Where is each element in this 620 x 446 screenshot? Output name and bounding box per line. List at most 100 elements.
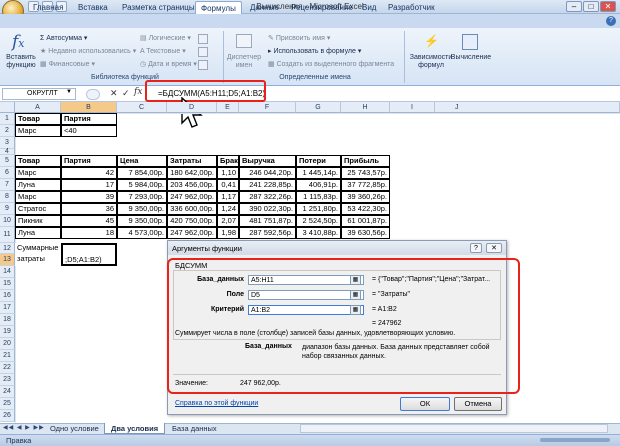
row-header[interactable]: 20	[0, 338, 15, 350]
table-cell[interactable]: Стратос	[15, 203, 61, 215]
table-cell[interactable]: 203 456,00р.	[167, 179, 217, 191]
calculation-button[interactable]: Вычисление	[450, 54, 492, 62]
col-header-c[interactable]: C	[117, 102, 167, 113]
table-cell[interactable]: 481 751,87р.	[239, 215, 296, 227]
col-header-e[interactable]: E	[217, 102, 239, 113]
row-header[interactable]: 16	[0, 290, 15, 302]
table-cell[interactable]: 7 854,00р.	[117, 167, 167, 179]
sheet-tab-two-conditions[interactable]: Два условия	[104, 423, 166, 434]
row-header[interactable]: 18	[0, 314, 15, 326]
col-header-b[interactable]: B	[61, 102, 117, 113]
datetime-button[interactable]: ◷ Дата и время ▾	[140, 60, 197, 68]
table-cell[interactable]: 241 228,85р.	[239, 179, 296, 191]
row-header[interactable]: 12	[0, 243, 15, 254]
table-cell[interactable]: 1 115,83р.	[296, 191, 341, 203]
table-header-cell[interactable]: Выручка	[239, 155, 296, 167]
table-cell[interactable]: 287 592,56р.	[239, 227, 296, 239]
table-cell[interactable]: 39	[61, 191, 117, 203]
table-header-cell[interactable]: Затраты	[167, 155, 217, 167]
table-cell[interactable]: Марс	[15, 167, 61, 179]
table-cell[interactable]: 37 772,85р.	[341, 179, 390, 191]
table-cell[interactable]: 1 445,14р.	[296, 167, 341, 179]
col-header-i[interactable]: I	[390, 102, 435, 113]
criteria-value-batch[interactable]: <40	[61, 125, 117, 137]
col-header-d[interactable]: D	[167, 102, 217, 113]
sheet-tab-database[interactable]: База данных	[166, 423, 223, 434]
criteria-header-product[interactable]: Товар	[15, 113, 61, 125]
criteria-value-product[interactable]: Марс	[15, 125, 61, 137]
math-icon[interactable]	[198, 47, 208, 57]
table-cell[interactable]: 247 962,00р.	[167, 191, 217, 203]
create-from-selection-button[interactable]: ▦ Создать из выделенного фрагмента	[268, 60, 394, 68]
table-header-cell[interactable]: Брак	[217, 155, 239, 167]
table-cell[interactable]: Луна	[15, 179, 61, 191]
table-cell[interactable]: 9 350,00р.	[117, 215, 167, 227]
col-header-h[interactable]: H	[341, 102, 390, 113]
row-header[interactable]: 17	[0, 302, 15, 314]
table-cell[interactable]: 17	[61, 179, 117, 191]
table-cell[interactable]: 61 001,87р.	[341, 215, 390, 227]
name-box-dropdown-icon[interactable]: ▼	[66, 89, 72, 95]
table-cell[interactable]: 39 360,26р.	[341, 191, 390, 203]
tab-data[interactable]: Данные	[250, 1, 279, 14]
col-header-g[interactable]: G	[296, 102, 341, 113]
use-in-formula-button[interactable]: ▸ Использовать в формуле ▾	[268, 47, 361, 55]
table-cell[interactable]: 1,17	[217, 191, 239, 203]
table-cell[interactable]: 420 750,00р.	[167, 215, 217, 227]
horizontal-scrollbar[interactable]	[300, 424, 608, 433]
table-header-cell[interactable]: Партия	[61, 155, 117, 167]
col-header-j[interactable]: J	[435, 102, 620, 113]
table-cell[interactable]: 406,91р.	[296, 179, 341, 191]
recently-used-button[interactable]: ★ Недавно использовались ▾	[40, 47, 136, 55]
more-functions-icon[interactable]	[198, 60, 208, 70]
table-cell[interactable]: Пикник	[15, 215, 61, 227]
col-header-a[interactable]: A	[15, 102, 61, 113]
name-box[interactable]: ОКРУГЛТ	[2, 88, 76, 100]
cancel-icon[interactable]: ✕	[110, 88, 118, 99]
table-cell[interactable]: 1,98	[217, 227, 239, 239]
dependencies-button[interactable]: Зависимости формул	[408, 54, 454, 70]
tab-developer[interactable]: Разработчик	[388, 1, 435, 14]
row-header[interactable]: 9	[0, 203, 15, 215]
tab-home[interactable]: Главная	[33, 1, 63, 14]
row-header[interactable]: 22	[0, 362, 15, 374]
table-cell[interactable]: 390 022,30р.	[239, 203, 296, 215]
table-cell[interactable]: 4 573,00р.	[117, 227, 167, 239]
table-cell[interactable]: 1 251,80р.	[296, 203, 341, 215]
table-cell[interactable]: 36	[61, 203, 117, 215]
financial-button[interactable]: ▦ Финансовые ▾	[40, 60, 95, 68]
sum-label-line2[interactable]: затраты	[15, 254, 61, 266]
table-cell[interactable]: 7 293,00р.	[117, 191, 167, 203]
help-icon[interactable]: ?	[606, 16, 616, 26]
select-all-corner[interactable]	[0, 102, 15, 113]
cancel-button[interactable]: Отмена	[454, 397, 502, 411]
table-header-cell[interactable]: Цена	[117, 155, 167, 167]
table-cell[interactable]: 53 422,30р.	[341, 203, 390, 215]
table-cell[interactable]: Луна	[15, 227, 61, 239]
autosum-button[interactable]: Σ Автосумма ▾	[40, 34, 87, 42]
fx-button[interactable]: fx	[134, 87, 142, 97]
row-header[interactable]: 11	[0, 227, 15, 243]
row-header[interactable]: 14	[0, 266, 15, 278]
help-link[interactable]: Справка по этой функции	[175, 400, 258, 407]
insert-function-button[interactable]: Вставить функцию	[4, 54, 38, 70]
table-cell[interactable]: 2,07	[217, 215, 239, 227]
table-header-cell[interactable]: Прибыль	[341, 155, 390, 167]
row-header[interactable]: 2	[0, 125, 15, 137]
row-header[interactable]: 8	[0, 191, 15, 203]
table-cell[interactable]: 45	[61, 215, 117, 227]
tab-review[interactable]: Рецензирование	[291, 1, 353, 14]
minimize-button[interactable]: –	[566, 1, 582, 12]
col-header-f[interactable]: F	[239, 102, 296, 113]
row-header[interactable]: 24	[0, 386, 15, 398]
maximize-button[interactable]: □	[583, 1, 599, 12]
sheet-nav-icons[interactable]: ◀◀ ◀ ▶ ▶▶	[3, 424, 45, 431]
row-header[interactable]: 26	[0, 410, 15, 422]
table-cell[interactable]: 336 600,00р.	[167, 203, 217, 215]
table-cell[interactable]: 3 410,88р.	[296, 227, 341, 239]
table-cell[interactable]: 1,24	[217, 203, 239, 215]
table-cell[interactable]: 25 743,57р.	[341, 167, 390, 179]
name-manager-button[interactable]: Диспетчер имен	[226, 54, 262, 70]
criteria-header-batch[interactable]: Партия	[61, 113, 117, 125]
row-header[interactable]: 19	[0, 326, 15, 338]
